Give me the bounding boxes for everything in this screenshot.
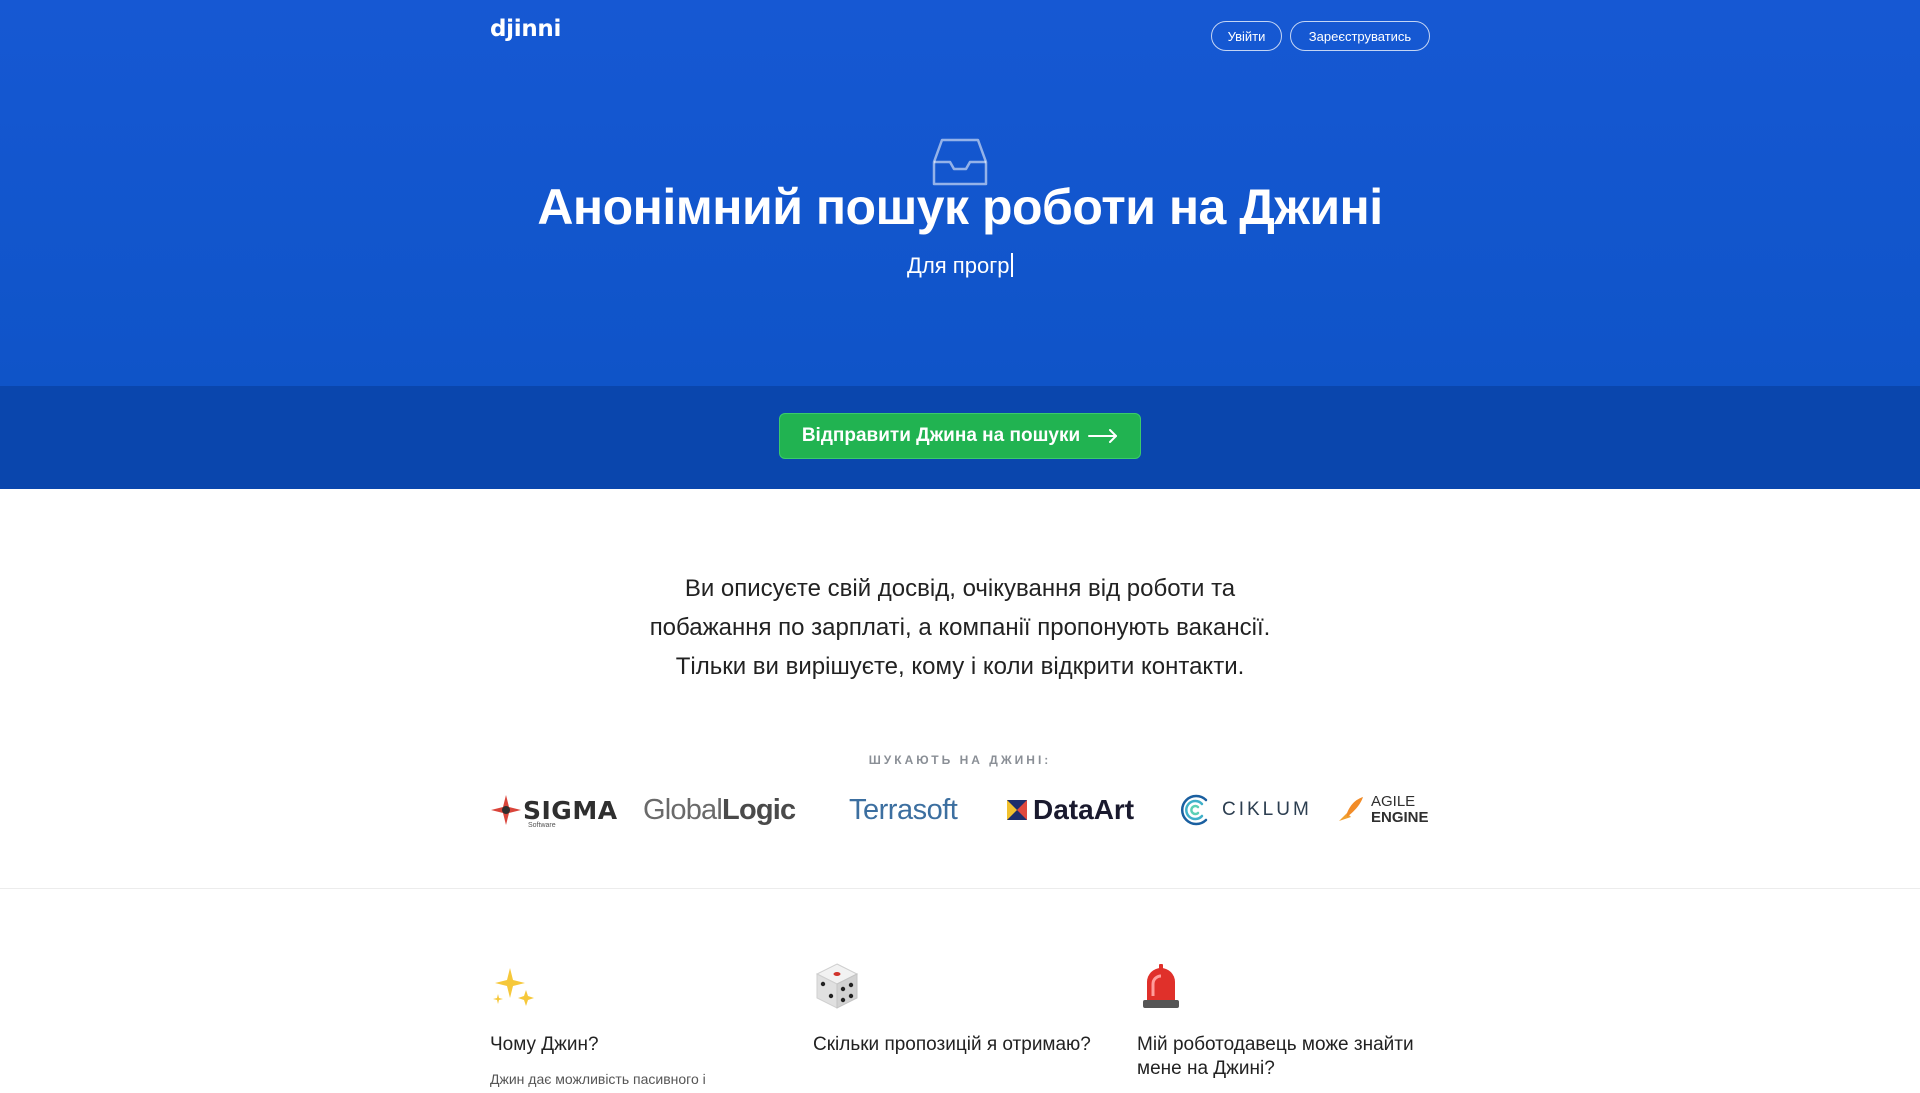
typing-caret	[1011, 253, 1013, 277]
page-title: Анонімний пошук роботи на Джині	[537, 179, 1383, 235]
feature-offers-count: Скільки пропозицій я отримаю?	[813, 962, 1093, 1069]
description-line: побажання по зарплаті, а компанії пропон…	[649, 614, 1271, 641]
sigma-software-logo: SIGMA Software	[489, 784, 618, 836]
feature-title: Мій роботодавець може знайти мене на Джи…	[1137, 1034, 1414, 1079]
djinni-logo[interactable]: djinni	[490, 16, 561, 42]
globallogic-logo: Global Logic	[643, 793, 796, 826]
section-divider	[0, 888, 1920, 889]
feature-text: Джин дає можливість пасивного і	[490, 1071, 706, 1087]
arrow-right-icon	[1088, 429, 1118, 443]
login-button[interactable]: Увійти	[1211, 21, 1282, 51]
cta-label: Відправити Джина на пошуки	[801, 425, 1081, 446]
terrasoft-logo: Terrasoft	[849, 793, 958, 826]
sparkles-icon	[493, 968, 534, 1006]
feature-employer-visibility: Мій роботодавець може знайти мене на Джи…	[1137, 962, 1417, 1093]
description-line: Ви описуєте свій досвід, очікування від …	[684, 575, 1236, 602]
feature-why-djinni: Чому Джин? Джин дає можливість пасивного…	[490, 962, 770, 1089]
ciklum-mark-icon	[1180, 794, 1208, 826]
service-description: Ви описуєте свій досвід, очікування від …	[560, 569, 1360, 686]
companies-heading: ШУКАЮТЬ НА ДЖИНІ:	[868, 753, 1052, 767]
sigma-star-icon	[491, 795, 521, 825]
register-button[interactable]: Зареєструватись	[1290, 21, 1430, 51]
agile-engine-logo: AGILE ENGINE	[1335, 784, 1429, 836]
typing-subtitle: Для прогр	[0, 253, 1920, 279]
dataart-mark-icon	[1007, 800, 1027, 820]
send-djinn-button[interactable]: Відправити Джина на пошуки	[779, 413, 1141, 459]
feature-title: Скільки пропозицій я отримаю?	[813, 1034, 1091, 1055]
feature-title: Чому Джин?	[490, 1034, 599, 1055]
dataart-logo: DataArt	[1007, 784, 1134, 836]
description-line: Тільки ви вирішуєте, кому і коли відкрит…	[675, 653, 1245, 680]
siren-icon	[1143, 964, 1179, 1008]
rocket-icon	[1339, 797, 1363, 821]
dice-icon	[815, 963, 859, 1009]
ciklum-logo: CIKLUM	[1178, 784, 1312, 836]
